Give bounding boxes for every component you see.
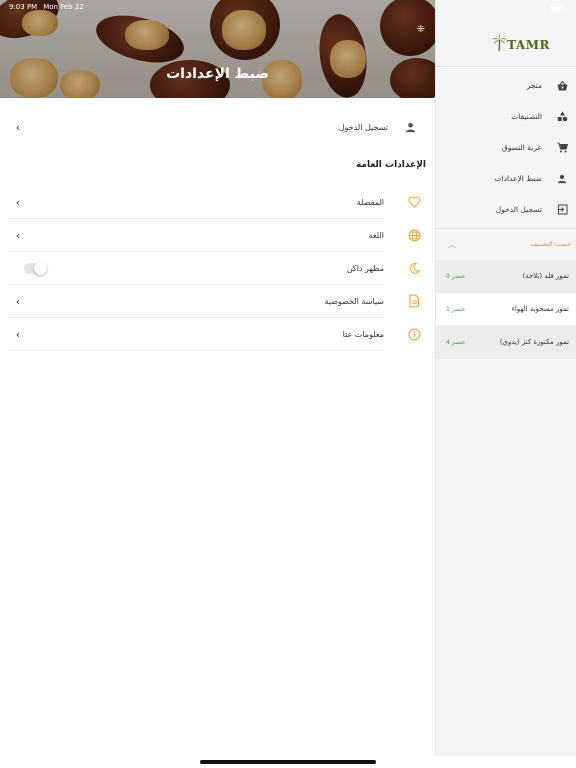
sidebar-item-settings[interactable]: ضبط الإعدادات	[436, 163, 576, 194]
app-logo: TAMR	[491, 34, 550, 52]
main-content: ⁜ ضبط الإعدادات ‹ تسجيل الدخول الإعدادات…	[0, 0, 435, 768]
sidebar-item-label: متجر	[526, 81, 542, 90]
sidebar-item-label: تسجيل الدخول	[495, 205, 542, 214]
chevron-up-icon: ︿	[448, 239, 456, 249]
home-indicator[interactable]	[200, 760, 376, 764]
category-count: 4 عنصر	[446, 338, 466, 346]
sidebar-item-label: ضبط الإعدادات	[494, 174, 542, 183]
settings-item-language[interactable]: ‹ اللغة	[8, 219, 420, 252]
header-banner: ⁜ ضبط الإعدادات	[0, 0, 435, 98]
sidebar-item-label: عربة التسوق	[501, 143, 542, 152]
login-icon	[556, 204, 568, 216]
settings-item-label: اللغة	[368, 230, 384, 240]
settings-item-label: سياسة الخصوصية	[324, 296, 384, 306]
grid-menu-icon[interactable]: ⁜	[417, 24, 425, 35]
settings-item-label: مظهر داكن	[346, 263, 384, 273]
category-item[interactable]: 4 عنصر تمور مكنوزة كنز (يدوي)	[436, 326, 576, 359]
settings-list: ‹ المفضلة ‹ اللغة مظهر داكن ‹ سياسة الخص…	[8, 186, 428, 351]
chevron-left-icon: ‹	[15, 228, 21, 242]
category-name: تمور مكنوزة كنز (يدوي)	[499, 338, 569, 346]
toggle-knob	[34, 261, 47, 275]
globe-icon	[406, 227, 422, 243]
settings-item-dark-mode: مظهر داكن	[8, 252, 421, 285]
moon-icon	[406, 260, 422, 276]
settings-item-about[interactable]: ‹ معلومات عنا	[8, 318, 420, 351]
categories-toggle[interactable]: ︿ حسب التصنيف	[436, 230, 576, 258]
page-title: ضبط الإعدادات	[166, 66, 269, 82]
settings-item-label: المفضلة	[356, 197, 384, 207]
status-date: Mon Feb 22	[43, 3, 84, 11]
person-icon	[556, 173, 568, 185]
sidebar-item-categories[interactable]: التصنيفات	[436, 101, 576, 132]
category-list: 0 عنصر تمور فله (ثلاجة) 1 عنصر تمور مسحو…	[436, 260, 576, 359]
chevron-left-icon: ‹	[15, 120, 21, 134]
basket-icon	[556, 80, 568, 92]
sidebar-nav: متجر التصنيفات عربة التسوق ضبط الإعدادات…	[436, 70, 576, 225]
sidebar-item-label: التصنيفات	[511, 112, 542, 121]
chevron-left-icon: ‹	[15, 294, 21, 308]
status-time: 9:03 PM	[9, 3, 38, 11]
divider	[436, 228, 576, 229]
info-icon	[406, 326, 422, 342]
category-name: تمور مسحوبة الهواء	[511, 305, 569, 313]
sidebar-item-login[interactable]: تسجيل الدخول	[436, 194, 576, 225]
wifi-icon: ◠	[538, 3, 545, 11]
category-name: تمور فله (ثلاجة)	[522, 272, 569, 280]
person-icon	[402, 119, 418, 135]
categories-icon	[556, 111, 568, 123]
categories-header-label: حسب التصنيف	[530, 240, 571, 248]
settings-item-label: معلومات عنا	[342, 329, 384, 339]
sidebar-item-store[interactable]: متجر	[436, 70, 576, 101]
heart-icon	[406, 194, 422, 210]
category-item[interactable]: 0 عنصر تمور فله (ثلاجة)	[436, 260, 576, 293]
divider	[436, 66, 576, 67]
sidebar-item-cart[interactable]: عربة التسوق	[436, 132, 576, 163]
category-item[interactable]: 1 عنصر تمور مسحوبة الهواء	[436, 293, 576, 326]
sidebar: TAMR متجر التصنيفات عربة التسوق ضبط الإع…	[435, 0, 576, 756]
battery-icon	[550, 3, 564, 11]
category-count: 1 عنصر	[446, 305, 466, 313]
logo-text: TAMR	[507, 38, 550, 52]
general-settings-title: الإعدادات العامة	[355, 160, 426, 170]
dark-mode-toggle[interactable]	[24, 261, 47, 275]
palm-tree-icon	[492, 34, 507, 52]
category-count: 0 عنصر	[446, 272, 466, 280]
settings-item-privacy[interactable]: ‹ سياسة الخصوصية	[8, 285, 420, 318]
settings-item-favorites[interactable]: ‹ المفضلة	[8, 186, 420, 219]
login-row[interactable]: ‹ تسجيل الدخول	[8, 110, 428, 144]
chevron-left-icon: ‹	[15, 195, 21, 209]
cart-icon	[556, 142, 568, 154]
chevron-left-icon: ‹	[15, 327, 21, 341]
document-icon	[406, 293, 422, 309]
login-label: تسجيل الدخول	[338, 122, 388, 132]
status-bar: 9:03 PM Mon Feb 22 ◠	[0, 0, 576, 14]
